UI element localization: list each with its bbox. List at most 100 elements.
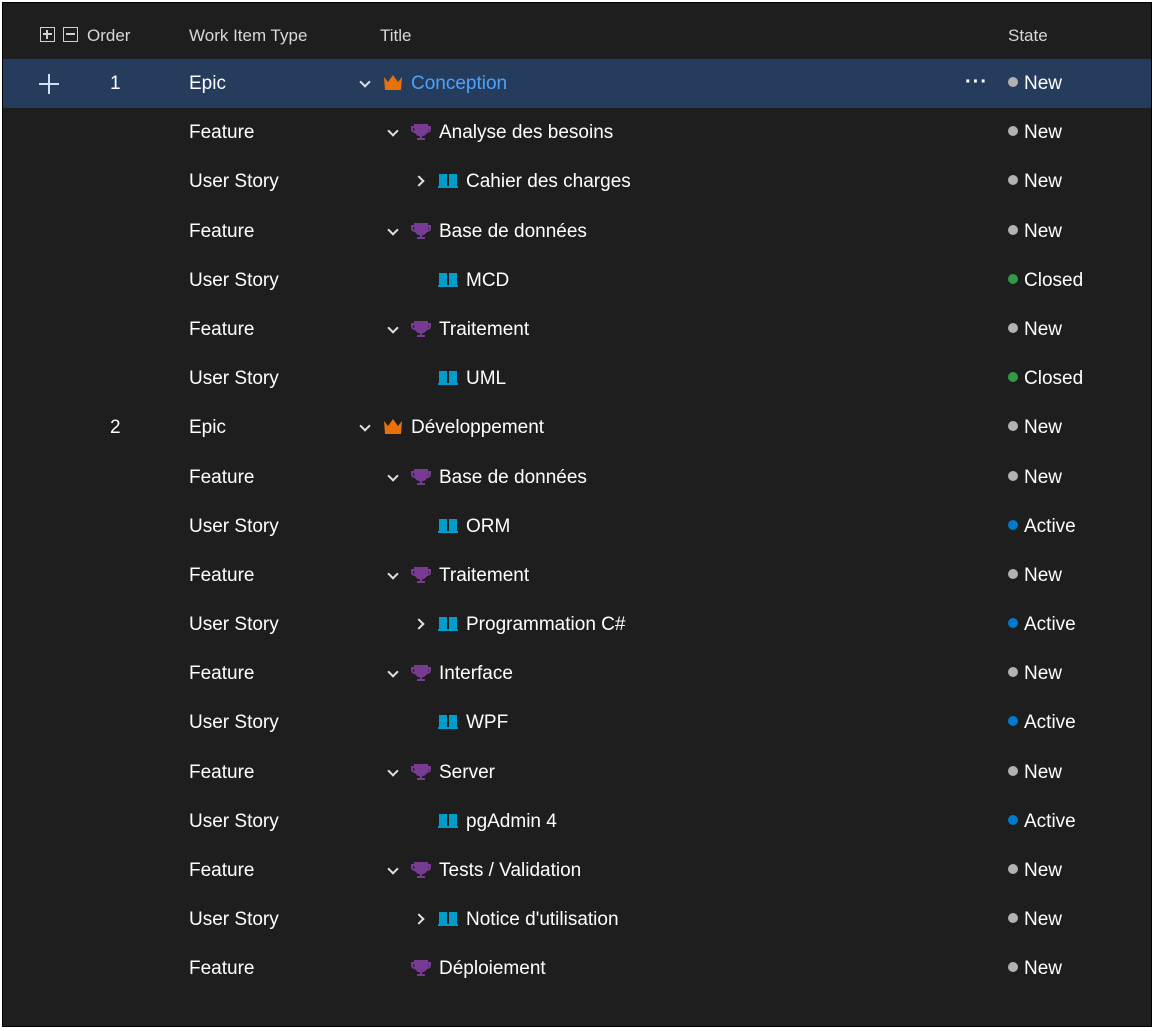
work-item-title-link[interactable]: Programmation C# xyxy=(466,614,625,636)
chevron-down-icon[interactable] xyxy=(358,416,372,438)
work-item-title-link[interactable]: Traitement xyxy=(439,319,529,341)
work-item-title-link[interactable]: Server xyxy=(439,762,495,784)
trophy-icon xyxy=(410,762,432,782)
table-row[interactable]: Feature Interface New xyxy=(3,649,1151,698)
work-item-title-link[interactable]: Développement xyxy=(411,417,544,439)
table-row[interactable]: Feature Analyse des besoins New xyxy=(3,108,1151,157)
state-cell: Closed xyxy=(1008,270,1083,292)
table-row[interactable]: Feature Tests / Validation New xyxy=(3,846,1151,895)
table-row[interactable]: Feature Base de données New xyxy=(3,453,1151,502)
work-item-title-link[interactable]: Analyse des besoins xyxy=(439,122,613,144)
chevron-right-icon[interactable] xyxy=(413,613,427,635)
state-dot-icon xyxy=(1008,913,1018,924)
work-item-title-link[interactable]: Base de données xyxy=(439,221,587,243)
table-row[interactable]: User Story UML Closed xyxy=(3,354,1151,403)
chevron-down-icon[interactable] xyxy=(358,72,372,94)
chevron-down-icon[interactable] xyxy=(386,220,400,242)
chevron-down-icon[interactable] xyxy=(386,121,400,143)
work-item-type-cell: Feature xyxy=(189,761,255,783)
table-row[interactable]: User Story pgAdmin 4 Active xyxy=(3,797,1151,846)
column-header-work-item-type[interactable]: Work Item Type xyxy=(189,26,307,46)
book-icon xyxy=(437,516,459,536)
work-item-type-cell: User Story xyxy=(189,712,279,734)
chevron-right-icon[interactable] xyxy=(413,908,427,930)
table-row[interactable]: User Story MCD Closed xyxy=(3,256,1151,305)
work-item-title-link[interactable]: MCD xyxy=(466,270,509,292)
table-row[interactable]: Feature Déploiement New xyxy=(3,944,1151,993)
work-item-type-cell: Feature xyxy=(189,860,255,881)
chevron-right-icon[interactable] xyxy=(413,170,427,192)
table-row[interactable]: Feature Base de données New xyxy=(3,207,1151,256)
state-cell: Active xyxy=(1008,614,1076,636)
state-cell: New xyxy=(1008,417,1062,439)
state-cell: Active xyxy=(1008,516,1076,538)
work-item-title-link[interactable]: Interface xyxy=(439,663,513,685)
work-item-type-cell: Feature xyxy=(189,122,255,144)
state-cell: Active xyxy=(1008,712,1076,734)
add-child-icon[interactable] xyxy=(39,74,59,94)
trophy-icon xyxy=(410,221,432,241)
work-item-type-cell: User Story xyxy=(189,515,279,537)
more-actions-icon[interactable]: ··· xyxy=(965,71,988,94)
chevron-down-icon[interactable] xyxy=(386,662,400,684)
state-label: Active xyxy=(1024,614,1076,636)
work-item-title-link[interactable]: Notice d'utilisation xyxy=(466,909,619,931)
state-dot-icon xyxy=(1008,864,1018,874)
state-cell: New xyxy=(1008,319,1062,341)
state-dot-icon xyxy=(1008,470,1018,481)
chevron-down-icon[interactable] xyxy=(386,466,400,488)
table-row[interactable]: Feature Server New xyxy=(3,748,1151,797)
work-item-title-link[interactable]: pgAdmin 4 xyxy=(466,811,557,833)
state-dot-icon xyxy=(1008,716,1018,727)
state-label: New xyxy=(1024,958,1063,980)
chevron-down-icon[interactable] xyxy=(386,318,400,340)
state-label: New xyxy=(1024,318,1063,340)
state-cell: New xyxy=(1008,565,1062,587)
work-item-title-link[interactable]: Tests / Validation xyxy=(439,860,581,882)
work-item-title-link[interactable]: Cahier des charges xyxy=(466,171,631,193)
table-row[interactable]: User Story ORM Active xyxy=(3,502,1151,551)
table-row[interactable]: 1 Epic Conception ··· New xyxy=(3,59,1151,109)
work-item-title-link[interactable]: UML xyxy=(466,368,506,390)
column-header-order[interactable]: Order xyxy=(87,26,130,46)
expand-all-icon[interactable] xyxy=(40,27,55,42)
work-item-title-link[interactable]: Déploiement xyxy=(439,958,546,980)
work-item-type-cell: Feature xyxy=(189,220,255,242)
state-cell: New xyxy=(1008,73,1062,95)
work-item-type-cell: Feature xyxy=(189,663,255,685)
chevron-down-icon[interactable] xyxy=(386,564,400,586)
state-cell: New xyxy=(1008,860,1062,882)
work-item-title-link[interactable]: Conception xyxy=(411,73,507,95)
collapse-all-icon[interactable] xyxy=(63,27,78,42)
state-dot-icon xyxy=(1008,962,1018,973)
work-item-title-link[interactable]: Base de données xyxy=(439,467,587,489)
book-icon xyxy=(437,270,459,290)
chevron-down-icon[interactable] xyxy=(386,859,400,881)
table-row[interactable]: User Story WPF Active xyxy=(3,698,1151,747)
state-cell: New xyxy=(1008,909,1062,931)
table-row[interactable]: Feature Traitement New xyxy=(3,305,1151,354)
book-icon xyxy=(437,171,459,191)
work-item-title-link[interactable]: ORM xyxy=(466,516,510,538)
book-icon xyxy=(437,712,459,732)
state-cell: New xyxy=(1008,958,1062,980)
state-dot-icon xyxy=(1008,273,1018,284)
state-label: New xyxy=(1024,909,1063,931)
table-row[interactable]: Feature Traitement New xyxy=(3,551,1151,600)
state-dot-icon xyxy=(1008,421,1018,432)
work-item-title-link[interactable]: WPF xyxy=(466,712,508,734)
table-row[interactable]: User Story Programmation C# Active xyxy=(3,600,1151,649)
table-row[interactable]: User Story Cahier des charges New xyxy=(3,157,1151,206)
state-dot-icon xyxy=(1008,224,1018,235)
state-label: Closed xyxy=(1024,269,1084,291)
state-dot-icon xyxy=(1008,77,1018,87)
table-row[interactable]: User Story Notice d'utilisation New xyxy=(3,895,1151,944)
table-row[interactable]: 2 Epic Développement New xyxy=(3,403,1151,452)
chevron-down-icon[interactable] xyxy=(386,761,400,783)
work-item-type-cell: Epic xyxy=(189,417,226,439)
state-label: New xyxy=(1024,761,1063,783)
state-label: New xyxy=(1024,860,1063,881)
column-header-state[interactable]: State xyxy=(1008,26,1048,46)
work-item-title-link[interactable]: Traitement xyxy=(439,565,529,587)
column-header-title[interactable]: Title xyxy=(380,26,412,46)
